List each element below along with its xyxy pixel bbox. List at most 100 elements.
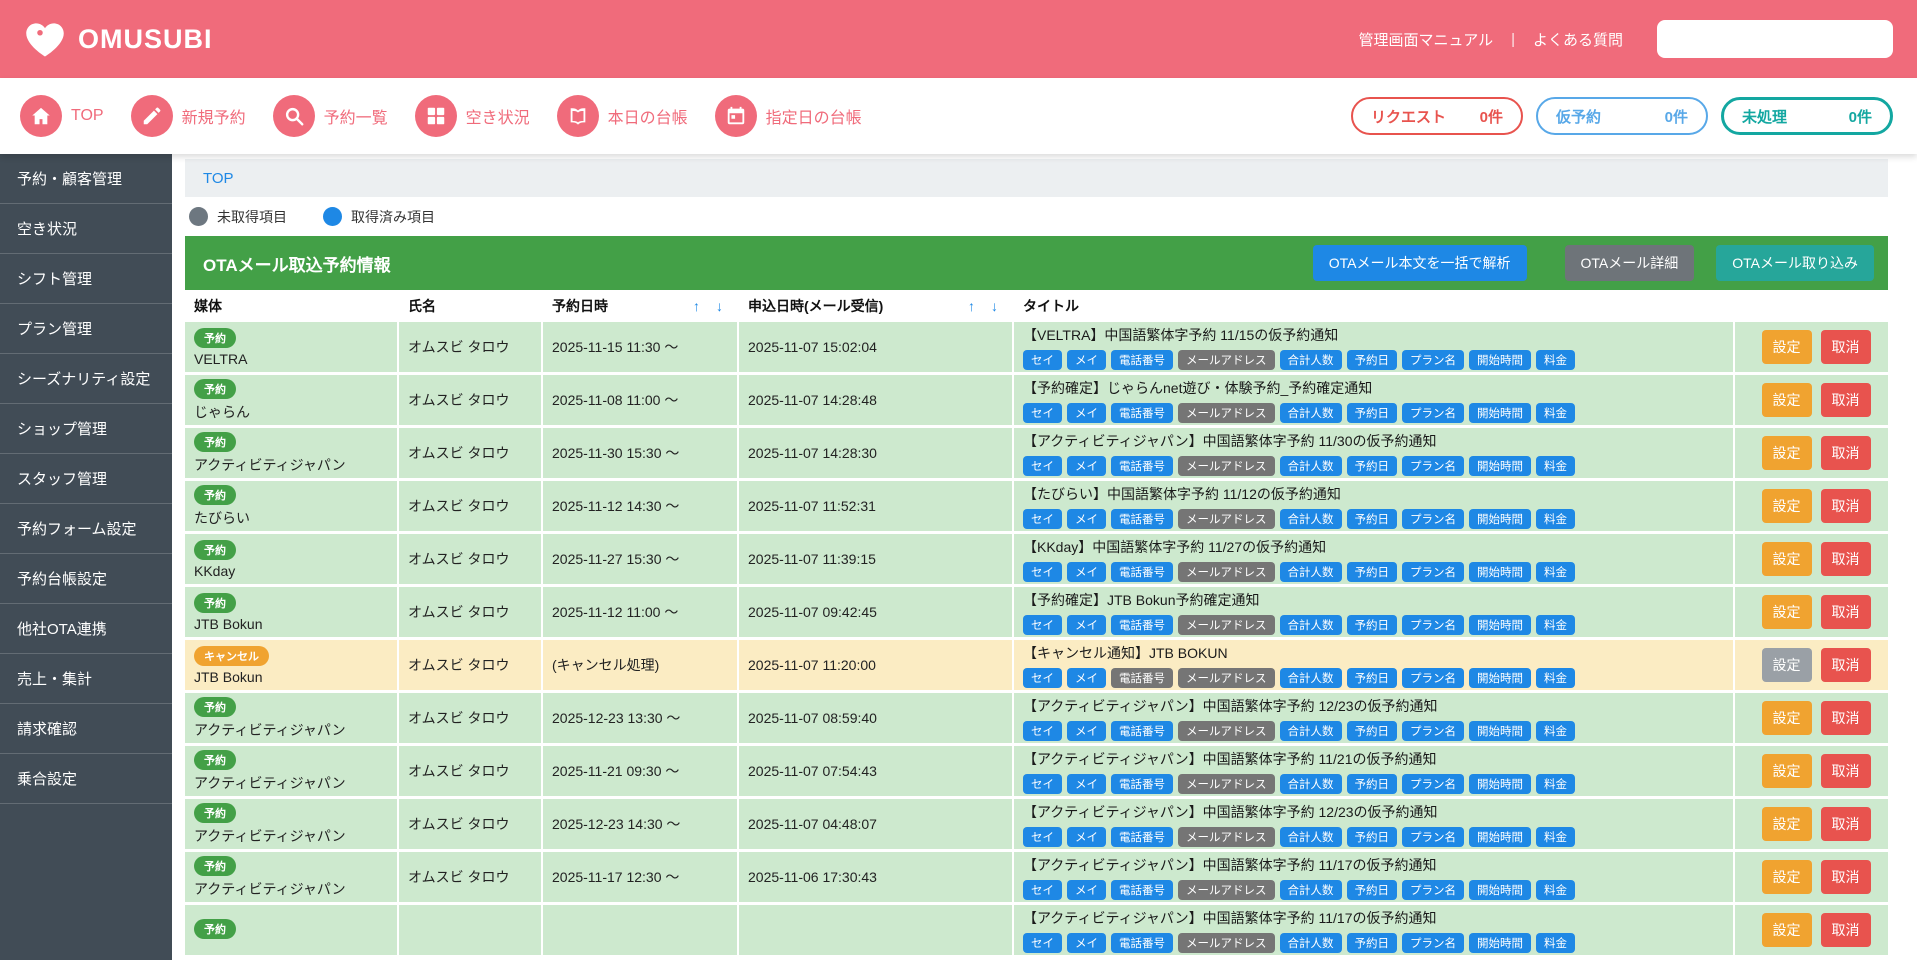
nav-item-new-reservation[interactable]: 新規予約 [131,95,246,137]
bulk-parse-button[interactable]: OTAメール本文を一括で解析 [1313,245,1527,281]
sidebar-item[interactable]: プラン管理 [0,304,172,354]
manual-link[interactable]: 管理画面マニュアル [1359,29,1494,50]
settings-button[interactable]: 設定 [1762,754,1812,788]
sort-reserved-desc-icon[interactable]: ↓ [716,298,723,314]
sidebar-item[interactable]: 他社OTA連携 [0,604,172,654]
field-tag: 合計人数 [1280,668,1342,688]
counter-label: 仮予約 [1556,106,1601,127]
settings-button[interactable]: 設定 [1762,701,1812,735]
nav-item-availability[interactable]: 空き状況 [415,95,530,137]
sidebar-item[interactable]: 予約フォーム設定 [0,504,172,554]
nav-item-top[interactable]: TOP [20,95,104,137]
settings-button[interactable]: 設定 [1762,913,1812,947]
field-tag: 開始時間 [1469,668,1531,688]
sidebar-item[interactable]: 乗合設定 [0,754,172,804]
sort-applied-asc-icon[interactable]: ↑ [968,298,975,314]
sidebar-item-label: 乗合設定 [17,768,77,789]
customer-name: オムスビ タロウ [399,375,543,425]
settings-button[interactable]: 設定 [1762,807,1812,841]
field-tag: 開始時間 [1469,456,1531,476]
table-header: 媒体 氏名 予約日時 ↑ ↓ 申込日時(メール受信) ↑ ↓ タイトル [185,290,1888,322]
legend-acquired: 取得済み項目 [323,207,435,227]
sidebar-item-label: 請求確認 [17,718,77,739]
field-tag: セイ [1023,774,1062,794]
field-tag: 予約日 [1347,509,1398,529]
sort-applied-desc-icon[interactable]: ↓ [991,298,998,314]
cancel-button[interactable]: 取消 [1821,807,1871,841]
header-search-input[interactable] [1657,20,1893,58]
faq-link[interactable]: よくある質問 [1533,29,1623,50]
settings-button[interactable]: 設定 [1762,648,1812,682]
settings-button[interactable]: 設定 [1762,489,1812,523]
cancel-button[interactable]: 取消 [1821,436,1871,470]
cancel-button[interactable]: 取消 [1821,754,1871,788]
field-tag: メイ [1067,933,1106,953]
sidebar-item[interactable]: 予約・顧客管理 [0,154,172,204]
field-tag: プラン名 [1402,880,1464,900]
title-cell: 【アクティビティジャパン】中国語繁体字予約 11/30の仮予約通知 セイメイ電話… [1014,428,1735,478]
title-cell: 【たびらい】中国語繁体字予約 11/12の仮予約通知 セイメイ電話番号メールアド… [1014,481,1735,531]
status-badge: 予約 [194,803,236,823]
sidebar-item[interactable]: スタッフ管理 [0,454,172,504]
nav-item-dated-ledger[interactable]: 指定日の台帳 [715,95,862,137]
breadcrumb-top-link[interactable]: TOP [203,170,234,187]
cancel-button[interactable]: 取消 [1821,595,1871,629]
mail-detail-button[interactable]: OTAメール詳細 [1565,245,1695,281]
applied-at: 2025-11-07 11:52:31 [739,481,1014,531]
not-acquired-dot-icon [189,207,208,226]
sidebar-item[interactable]: ショップ管理 [0,404,172,454]
sidebar-item[interactable]: 請求確認 [0,704,172,754]
cancel-button[interactable]: 取消 [1821,648,1871,682]
status-badge: 予約 [194,379,236,399]
media-name: KKday [194,563,397,579]
customer-name: オムスビ タロウ [399,481,543,531]
media-name: アクティビティジャパン [194,720,397,740]
field-tag: メールアドレス [1178,403,1275,423]
settings-button[interactable]: 設定 [1762,383,1812,417]
sort-reserved-asc-icon[interactable]: ↑ [693,298,700,314]
settings-button[interactable]: 設定 [1762,330,1812,364]
counter-request[interactable]: リクエスト 0件 [1351,97,1523,135]
settings-button[interactable]: 設定 [1762,860,1812,894]
field-tags: セイメイ電話番号メールアドレス合計人数予約日プラン名開始時間料金 [1023,721,1733,741]
nav-item-label: 指定日の台帳 [766,104,862,128]
nav-item-reservation-list[interactable]: 予約一覧 [273,95,388,137]
cancel-button[interactable]: 取消 [1821,489,1871,523]
field-tag: メールアドレス [1178,827,1275,847]
media-name: JTB Bokun [194,669,397,685]
status-badge: 予約 [194,856,236,876]
mail-import-button[interactable]: OTAメール取り込み [1716,245,1874,281]
media-cell: キャンセル JTB Bokun [185,640,399,690]
media-cell: 予約 アクティビティジャパン [185,799,399,849]
settings-button[interactable]: 設定 [1762,436,1812,470]
sidebar-item[interactable]: 空き状況 [0,204,172,254]
media-cell: 予約 じゃらん [185,375,399,425]
table-row: 予約 【アクティビティジャパン】中国語繁体字予約 11/17の仮予約通知 セイメ… [185,905,1888,958]
cancel-button[interactable]: 取消 [1821,701,1871,735]
field-tag: 開始時間 [1469,509,1531,529]
cancel-button[interactable]: 取消 [1821,913,1871,947]
counter-unprocessed[interactable]: 未処理 0件 [1721,97,1893,135]
reserved-at: 2025-11-08 11:00 ～ [543,375,739,425]
field-tag: メールアドレス [1178,721,1275,741]
sidebar-item[interactable]: シフト管理 [0,254,172,304]
sidebar-item[interactable]: 予約台帳設定 [0,554,172,604]
actions-cell: 設定 取消 [1735,587,1888,637]
field-tag: プラン名 [1402,615,1464,635]
sidebar-item[interactable]: シーズナリティ設定 [0,354,172,404]
field-tag: 開始時間 [1469,615,1531,635]
field-tag: 開始時間 [1469,562,1531,582]
table-row: 予約 アクティビティジャパン オムスビ タロウ 2025-12-23 14:30… [185,799,1888,852]
nav-item-today-ledger[interactable]: 本日の台帳 [557,95,688,137]
settings-button[interactable]: 設定 [1762,542,1812,576]
field-tags: セイメイ電話番号メールアドレス合計人数予約日プラン名開始時間料金 [1023,933,1733,953]
settings-button[interactable]: 設定 [1762,595,1812,629]
sidebar-item[interactable]: 売上・集計 [0,654,172,704]
cancel-button[interactable]: 取消 [1821,860,1871,894]
counter-provisional[interactable]: 仮予約 0件 [1536,97,1708,135]
media-name: たびらい [194,508,397,528]
cancel-button[interactable]: 取消 [1821,383,1871,417]
cancel-button[interactable]: 取消 [1821,330,1871,364]
cancel-button[interactable]: 取消 [1821,542,1871,576]
content: TOP 未取得項目 取得済み項目 OTAメール取込予約情報 OTAメール本文を一… [172,154,1917,960]
